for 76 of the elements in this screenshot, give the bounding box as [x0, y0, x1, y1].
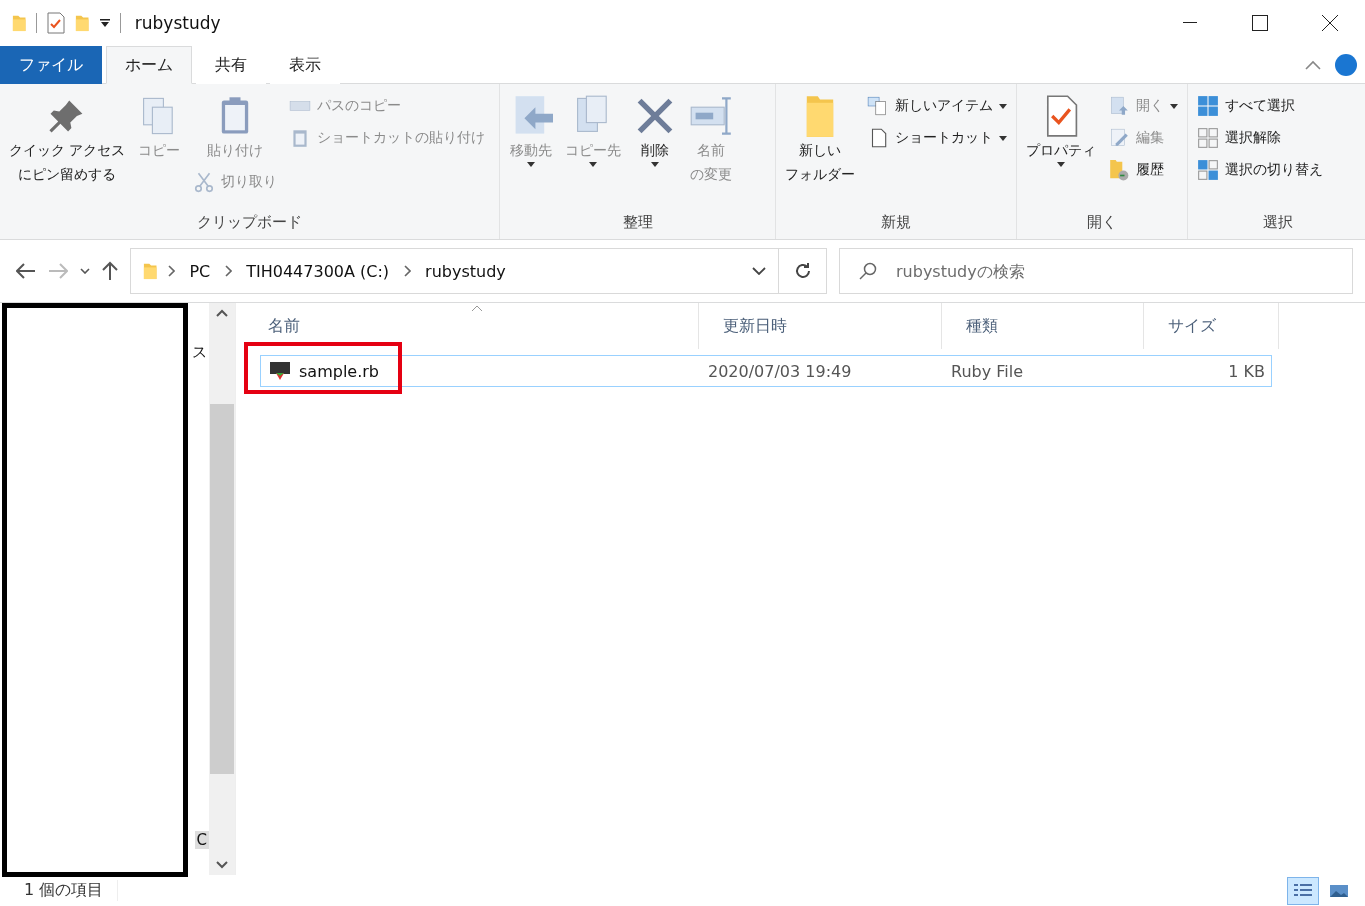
refresh-icon	[793, 262, 812, 280]
chevron-icon	[403, 265, 412, 277]
search-icon	[859, 262, 877, 280]
breadcrumb[interactable]: PC	[185, 261, 215, 281]
arrow-left-icon	[16, 263, 36, 279]
ribbon-button[interactable]: 新しいアイテム	[864, 92, 1010, 120]
details-list-icon	[1293, 882, 1313, 899]
details-view-button[interactable]	[1287, 876, 1319, 905]
ribbon-button[interactable]: クイック アクセス にピン留めする	[6, 92, 129, 188]
chevron-icon	[167, 265, 176, 277]
help-icon[interactable]	[1335, 53, 1357, 76]
select-all-icon	[1197, 95, 1219, 117]
window-title: rubystudy	[134, 13, 221, 33]
new-folder-icon	[75, 14, 90, 32]
column-header[interactable]: 更新日時	[699, 303, 942, 349]
ribbon-button[interactable]: ショートカット	[864, 124, 1010, 152]
column-header[interactable]: 種類	[942, 303, 1144, 349]
pencil-icon	[1108, 127, 1130, 149]
recent-locations-button[interactable]	[80, 268, 90, 274]
file-size: 1 KB	[1227, 361, 1266, 381]
address-bar[interactable]: PC TIH0447300A (C:) rubystudy	[130, 248, 779, 294]
collapse-ribbon-icon[interactable]	[1305, 59, 1321, 70]
minimize-icon	[1183, 22, 1197, 24]
chevron-up-icon[interactable]	[216, 309, 228, 317]
dropdown-icon[interactable]	[752, 267, 766, 275]
ribbon-button[interactable]: 履歴	[1105, 156, 1181, 184]
ribbon-group-label: 開く	[1086, 212, 1118, 233]
file-row[interactable]: sample.rb 2020/07/03 19:49 Ruby File 1 KB	[260, 355, 1272, 387]
file-name: sample.rb	[261, 361, 700, 381]
folder-icon	[12, 14, 27, 32]
ribbon-group-label: クリップボード	[196, 212, 303, 233]
breadcrumb[interactable]: rubystudy	[421, 261, 510, 281]
search-field[interactable]: rubystudyの検索	[839, 248, 1353, 294]
refresh-button[interactable]	[779, 248, 827, 294]
chevron-down-icon	[80, 268, 90, 274]
file-menu-tab[interactable]: ファイル	[0, 46, 102, 84]
ribbon-group-label: 選択	[1261, 212, 1294, 233]
ribbon-button[interactable]: すべて選択	[1194, 92, 1326, 120]
new-item-icon	[867, 95, 889, 117]
sort-caret-icon	[471, 305, 483, 312]
arrow-right-icon	[48, 263, 68, 279]
rename-icon	[689, 94, 733, 138]
chevron-icon	[224, 265, 233, 277]
nav-item-fragment: C	[194, 831, 209, 849]
modified-date: 2020/07/03 19:49	[707, 361, 853, 381]
properties-icon[interactable]	[47, 12, 66, 34]
column-header[interactable]: サイズ	[1144, 303, 1279, 349]
ribbon-tab[interactable]: ホーム	[106, 46, 192, 84]
open-icon	[1108, 95, 1130, 117]
close-icon	[1322, 15, 1338, 31]
history-icon	[1108, 159, 1130, 181]
ribbon-button[interactable]: プロパティ	[1023, 92, 1099, 169]
ribbon-group-label: 新規	[880, 212, 912, 233]
back-button[interactable]	[16, 263, 36, 279]
arrow-up-icon	[102, 261, 118, 281]
scissors-icon	[193, 171, 216, 193]
chevron-down-icon[interactable]	[216, 861, 228, 869]
select-none-icon	[1197, 127, 1219, 149]
picture-icon	[1329, 882, 1349, 899]
item-count: 1 個の項目	[24, 880, 119, 901]
invert-selection-icon	[1197, 159, 1219, 181]
breadcrumb[interactable]: TIH0447300A (C:)	[242, 261, 394, 281]
ribbon-button[interactable]: 選択の切り替え	[1194, 156, 1326, 184]
ribbon-button[interactable]: 選択解除	[1194, 124, 1326, 152]
maximize-icon	[1252, 15, 1268, 31]
ruby-file-icon	[269, 361, 291, 381]
folder-icon	[143, 262, 158, 280]
scrollbar[interactable]	[209, 303, 235, 875]
nav-item-fragment: ス	[191, 343, 208, 362]
up-button[interactable]	[102, 261, 118, 281]
dropdown-icon[interactable]	[99, 19, 110, 27]
ribbon-button[interactable]: 新しい フォルダー	[782, 92, 858, 188]
ribbon-group-label: 整理	[621, 212, 654, 233]
ribbon-button[interactable]: 削除	[630, 92, 680, 169]
file-type: Ruby File	[950, 361, 1025, 381]
column-header[interactable]: 名前	[244, 303, 699, 349]
